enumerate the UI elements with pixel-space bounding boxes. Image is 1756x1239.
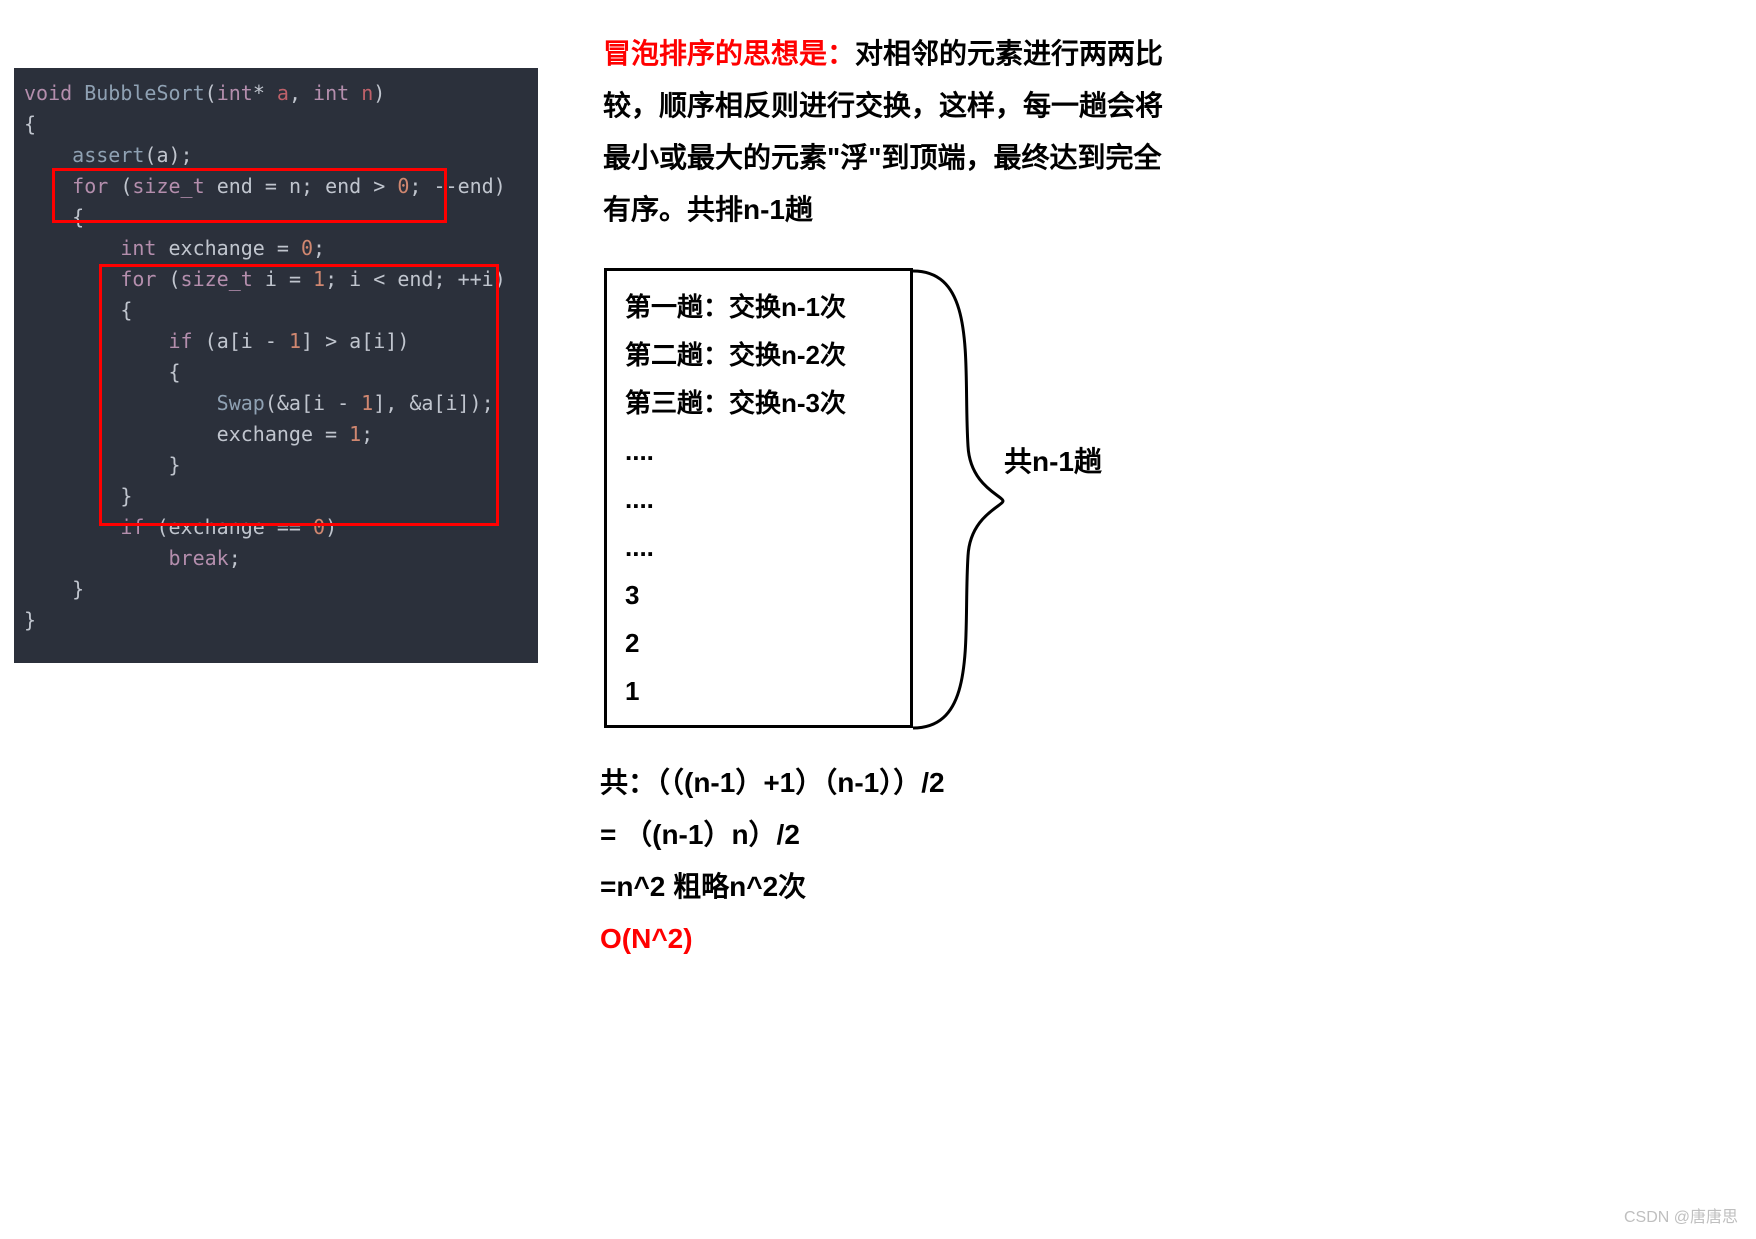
type-int3: int [120,236,156,260]
list-item: .... [625,427,910,475]
description-text: 冒泡排序的思想是：对相邻的元素进行两两比较，顺序相反则进行交换，这样，每一趟会将… [603,28,1173,236]
list-item: .... [625,523,910,571]
list-item: 1 [625,667,910,715]
kw-break: break [169,546,229,570]
param-a: a [277,81,289,105]
fn-name: BubbleSort [84,81,204,105]
pass-diagram: 第一趟：交换n-1次 第二趟：交换n-2次 第三趟：交换n-3次 .... ..… [604,268,913,728]
brace-open: { [24,112,36,136]
highlight-inner-loop [99,264,499,526]
brace-close1: } [24,608,36,632]
curly-brace-icon [908,266,1028,736]
formula-bigO: O(N^2) [600,913,945,965]
watermark: CSDN @唐唐思 [1624,1203,1738,1227]
formula-line: =n^2 粗略n^2次 [600,861,945,913]
list-item: 第二趟：交换n-2次 [625,331,910,379]
formula-line: 共：（（(n-1）+1）（n-1））/2 [600,757,945,809]
brace-close2: } [72,577,84,601]
var-exchange: exchange [169,236,265,260]
list-item: 2 [625,619,910,667]
complexity-formula: 共：（（(n-1）+1）（n-1））/2 = （(n-1）n）/2 =n^2 粗… [600,757,945,965]
fn-assert: assert [72,143,144,167]
num-0b: 0 [301,236,313,260]
kw-void: void [24,81,72,105]
ptr-star: * [253,81,265,105]
list-item: 第三趟：交换n-3次 [625,379,910,427]
param-n: n [361,81,373,105]
formula-line: = （(n-1）n）/2 [600,809,945,861]
type-int2: int [313,81,349,105]
list-item: 3 [625,571,910,619]
list-item: 第一趟：交换n-1次 [625,283,910,331]
desc-lead: 冒泡排序的思想是： [603,38,855,69]
assert-arg: a [156,143,168,167]
list-item: .... [625,475,910,523]
brace-label: 共n-1趟 [1004,440,1102,480]
type-int: int [217,81,253,105]
highlight-outer-loop [52,168,447,223]
